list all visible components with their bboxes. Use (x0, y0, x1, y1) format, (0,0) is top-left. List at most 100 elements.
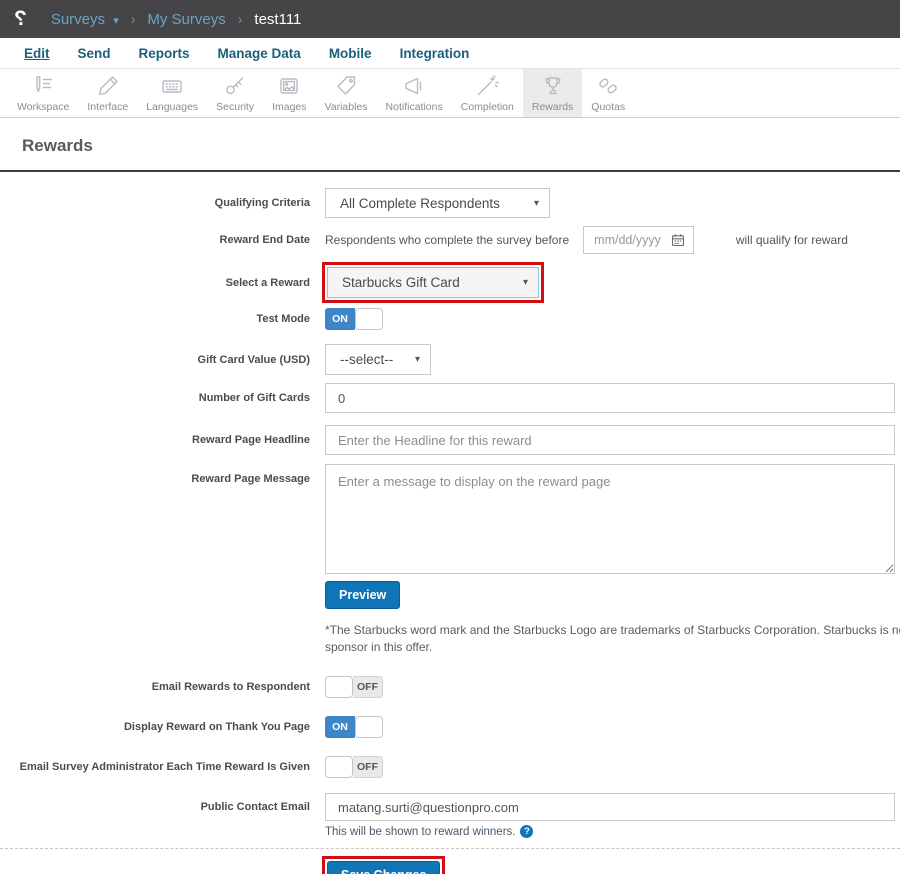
tab-edit[interactable]: Edit (10, 46, 64, 61)
toggle-on-label: ON (325, 716, 355, 738)
toggle-knob (355, 716, 383, 738)
toolbar-item-label: Rewards (532, 101, 573, 113)
keyboard-icon (159, 74, 185, 98)
wand-icon (474, 74, 500, 98)
email-admin-label: Email Survey Administrator Each Time Rew… (0, 761, 310, 773)
gift-card-value-select[interactable]: --select-- ▾ (325, 344, 431, 375)
starbucks-disclaimer: *The Starbucks word mark and the Starbuc… (325, 622, 900, 656)
toggle-off-label: OFF (353, 756, 383, 778)
edit-section-toolbar: Workspace Interface Languages Security I… (0, 69, 900, 118)
reward-end-date-prefix: Respondents who complete the survey befo… (325, 233, 569, 247)
email-admin-toggle[interactable]: OFF (325, 756, 383, 778)
tab-mobile[interactable]: Mobile (315, 46, 386, 61)
pen-list-icon (30, 74, 56, 98)
page-title: Rewards (0, 118, 900, 170)
save-changes-button[interactable]: Save Changes (327, 861, 440, 874)
display-reward-toggle[interactable]: ON (325, 716, 383, 738)
pen-icon (95, 74, 121, 98)
public-contact-email-input[interactable] (325, 793, 895, 821)
reward-page-headline-input[interactable] (325, 425, 895, 455)
annotation-highlight-box: Starbucks Gift Card ▾ (322, 262, 544, 303)
toggle-knob (355, 308, 383, 330)
megaphone-icon (401, 74, 427, 98)
reward-end-date-suffix: will qualify for reward (736, 233, 848, 247)
breadcrumb-separator: › (131, 11, 136, 27)
key-icon (222, 74, 248, 98)
chevron-down-icon: ▾ (415, 354, 420, 365)
email-rewards-toggle[interactable]: OFF (325, 676, 383, 698)
breadcrumb-surveys-label: Surveys (51, 11, 105, 28)
public-email-helper: This will be shown to reward winners. ? (325, 825, 900, 838)
rewards-form: Qualifying Criteria All Complete Respond… (0, 172, 900, 874)
toolbar-item-languages[interactable]: Languages (137, 69, 207, 117)
public-contact-email-label: Public Contact Email (0, 801, 310, 813)
chevron-down-icon: ▾ (523, 277, 528, 288)
breadcrumb-separator: › (238, 11, 243, 27)
breadcrumb-surveys[interactable]: Surveys ▾ (51, 11, 119, 28)
toggle-on-label: ON (325, 308, 355, 330)
toolbar-item-label: Languages (146, 101, 198, 113)
toolbar-item-images[interactable]: Images (263, 69, 315, 117)
calendar-icon[interactable] (671, 233, 685, 247)
breadcrumb-current-survey: test111 (254, 11, 301, 28)
disclaimer-line-1: *The Starbucks word mark and the Starbuc… (325, 622, 900, 639)
toolbar-item-label: Completion (461, 101, 514, 113)
breadcrumb-my-surveys[interactable]: My Surveys (147, 11, 225, 28)
reward-page-message-label: Reward Page Message (0, 464, 310, 485)
reward-page-headline-label: Reward Page Headline (0, 434, 310, 446)
test-mode-label: Test Mode (0, 313, 310, 325)
chain-icon (595, 74, 621, 98)
test-mode-toggle[interactable]: ON (325, 308, 383, 330)
toolbar-item-label: Interface (87, 101, 128, 113)
tag-icon (333, 74, 359, 98)
display-reward-label: Display Reward on Thank You Page (0, 721, 310, 733)
toggle-knob (325, 676, 353, 698)
chevron-down-icon: ▾ (534, 198, 539, 209)
select-reward-value: Starbucks Gift Card (342, 275, 460, 290)
disclaimer-line-2: sponsor in this offer. (325, 639, 900, 656)
toolbar-item-label: Notifications (386, 101, 443, 113)
questionpro-logo-icon[interactable]: ? (14, 7, 27, 31)
qualifying-criteria-select[interactable]: All Complete Respondents ▾ (325, 188, 550, 218)
annotation-highlight-box: Save Changes (322, 856, 445, 874)
toolbar-item-interface[interactable]: Interface (78, 69, 137, 117)
toolbar-item-variables[interactable]: Variables (316, 69, 377, 117)
toolbar-item-quotas[interactable]: Quotas (582, 69, 634, 117)
toolbar-item-label: Quotas (591, 101, 625, 113)
main-nav-tabs: Edit Send Reports Manage Data Mobile Int… (0, 38, 900, 69)
helper-text: This will be shown to reward winners. (325, 826, 515, 838)
tab-reports[interactable]: Reports (125, 46, 204, 61)
gift-card-value-label: Gift Card Value (USD) (0, 354, 310, 366)
toolbar-item-label: Workspace (17, 101, 69, 113)
reward-end-date-label: Reward End Date (0, 234, 310, 246)
image-icon (276, 74, 302, 98)
tab-manage-data[interactable]: Manage Data (204, 46, 315, 61)
toolbar-item-security[interactable]: Security (207, 69, 263, 117)
gift-card-value-value: --select-- (340, 352, 393, 367)
toolbar-item-rewards[interactable]: Rewards (523, 69, 582, 117)
chevron-down-icon: ▾ (113, 15, 119, 27)
number-of-gift-cards-input[interactable] (325, 383, 895, 413)
select-reward-select[interactable]: Starbucks Gift Card ▾ (327, 267, 539, 298)
qualifying-criteria-label: Qualifying Criteria (0, 197, 310, 209)
preview-button[interactable]: Preview (325, 581, 400, 609)
tab-integration[interactable]: Integration (386, 46, 484, 61)
toolbar-item-notifications[interactable]: Notifications (377, 69, 452, 117)
toolbar-item-label: Variables (325, 101, 368, 113)
qualifying-criteria-value: All Complete Respondents (340, 196, 500, 211)
select-reward-label: Select a Reward (0, 277, 310, 289)
toolbar-item-label: Images (272, 101, 306, 113)
top-bar: ? Surveys ▾ › My Surveys › test111 (0, 0, 900, 38)
reward-page-message-textarea[interactable] (325, 464, 895, 574)
date-placeholder: mm/dd/yyyy (594, 233, 661, 247)
toggle-off-label: OFF (353, 676, 383, 698)
toolbar-item-label: Security (216, 101, 254, 113)
reward-end-date-input[interactable]: mm/dd/yyyy (583, 226, 694, 254)
help-icon[interactable]: ? (520, 825, 533, 838)
trophy-icon (540, 74, 566, 98)
tab-send[interactable]: Send (64, 46, 125, 61)
email-rewards-label: Email Rewards to Respondent (0, 681, 310, 693)
toolbar-item-workspace[interactable]: Workspace (8, 69, 78, 117)
toolbar-item-completion[interactable]: Completion (452, 69, 523, 117)
toggle-knob (325, 756, 353, 778)
